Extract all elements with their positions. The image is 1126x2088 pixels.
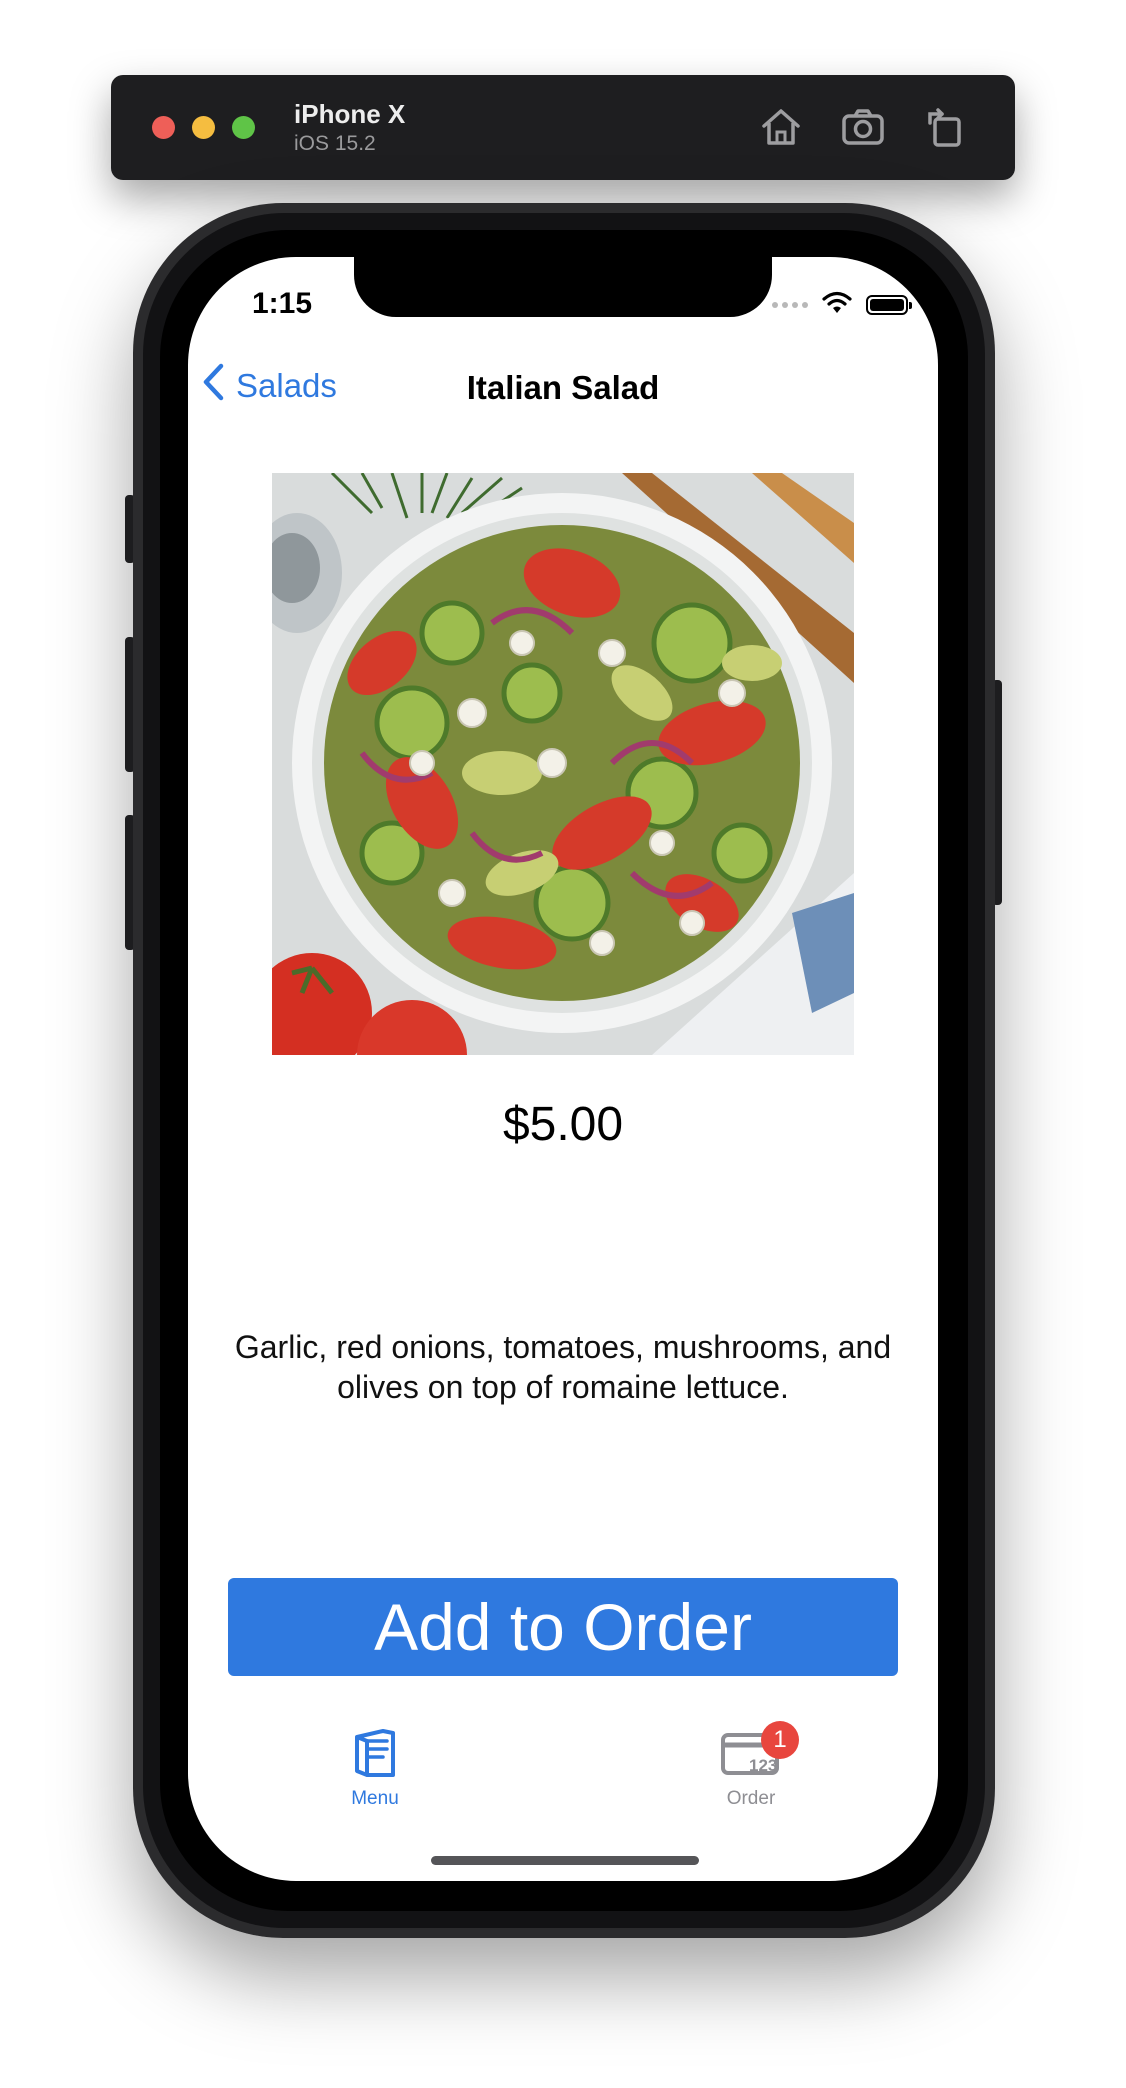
battery-icon — [866, 295, 912, 315]
device-name: iPhone X — [294, 99, 406, 129]
home-icon[interactable] — [758, 104, 804, 150]
add-to-order-button[interactable]: Add to Order — [228, 1578, 898, 1676]
status-time: 1:15 — [252, 287, 313, 320]
cellular-dots-icon — [772, 302, 808, 308]
order-card-icon: 123 — [719, 1733, 783, 1783]
device-os-version: iOS 15.2 — [294, 132, 376, 155]
tab-order[interactable]: 123 Order 1 — [671, 1721, 831, 1810]
item-description: Garlic, red onions, tomatoes, mushrooms,… — [234, 1329, 892, 1405]
tab-menu-label: Menu — [351, 1788, 399, 1809]
tab-order-label: Order — [726, 1788, 776, 1809]
simulator-window: iPhone X iOS 15.2 1:15 Salads Italian Sa… — [0, 0, 1126, 2088]
rotate-icon[interactable] — [922, 104, 968, 150]
window-zoom-button[interactable] — [232, 116, 255, 139]
window-minimize-button[interactable] — [192, 116, 215, 139]
notch — [354, 257, 772, 317]
tab-menu[interactable]: Menu — [295, 1727, 455, 1810]
menu-book-icon — [353, 1729, 397, 1783]
camera-icon[interactable] — [840, 104, 886, 150]
window-close-button[interactable] — [152, 116, 175, 139]
salad-photo — [272, 473, 854, 1055]
order-count-badge: 1 — [761, 1721, 799, 1759]
home-indicator[interactable] — [431, 1856, 699, 1865]
item-price: $5.00 — [502, 1098, 624, 1151]
svg-text:123: 123 — [749, 1756, 777, 1775]
status-icons — [772, 291, 912, 320]
wifi-icon — [822, 291, 852, 320]
phone-screen: 1:15 Salads Italian Salad $5.00 Garlic, … — [188, 257, 938, 1881]
page-title: Italian Salad — [466, 369, 660, 406]
